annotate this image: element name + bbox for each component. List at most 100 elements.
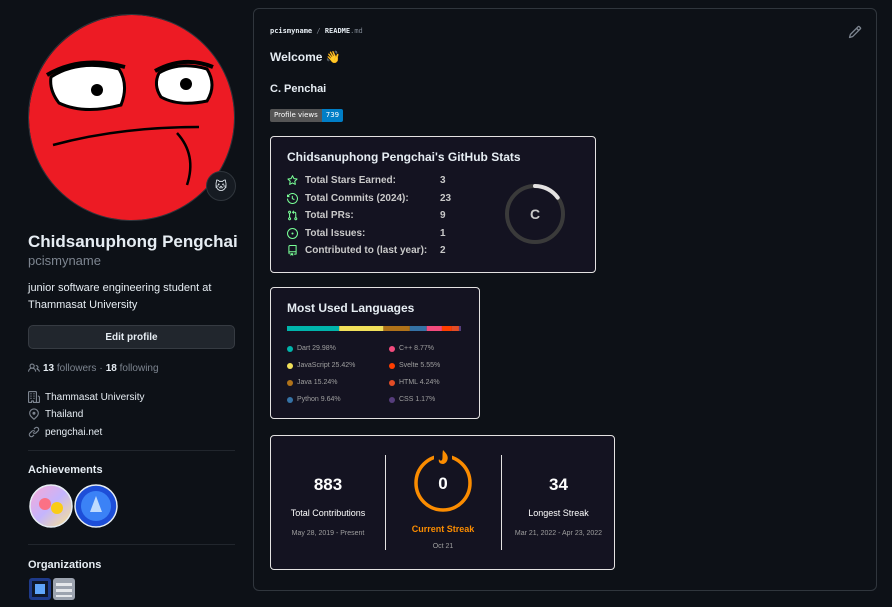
stat-label: Total Issues: <box>305 228 366 239</box>
language-item: Python 9.64% <box>287 396 341 403</box>
stat-row: Contributed to (last year): <box>287 245 427 256</box>
stat-label: Total PRs: <box>305 210 354 221</box>
edit-pencil-icon[interactable] <box>848 25 862 39</box>
language-bar-segment <box>458 326 461 331</box>
language-item: Svelte 5.55% <box>389 362 440 369</box>
edit-profile-button[interactable]: Edit profile <box>28 325 235 349</box>
longest-streak-label: Longest Streak <box>528 508 589 518</box>
following-link[interactable]: 18 following <box>106 363 159 374</box>
status-emoji: 🐱 <box>214 179 228 193</box>
sidebar-divider <box>28 544 235 545</box>
languages-card-title: Most Used Languages <box>287 301 415 315</box>
people-icon <box>28 363 40 372</box>
breadcrumb-file: README <box>324 27 351 35</box>
profile-organization: Thammasat University <box>28 391 144 403</box>
language-bar-segment <box>426 326 442 331</box>
language-bar-segment <box>441 326 452 331</box>
language-label: C++ 8.77% <box>399 345 435 352</box>
pull-request-icon <box>288 210 298 221</box>
profile-views-badge: Profile views 739 <box>270 109 344 122</box>
language-color-dot <box>389 379 395 386</box>
language-bar-segment <box>409 326 427 331</box>
followers-link[interactable]: 13 followers <box>43 363 96 374</box>
current-streak-label: Current Streak <box>411 524 475 534</box>
stat-value: 1 <box>440 228 446 239</box>
views-badge-label: Profile views <box>270 109 322 122</box>
following-count: 18 <box>105 362 117 374</box>
website-link[interactable]: pengchai.net <box>45 427 102 438</box>
current-streak-value: 0 <box>438 474 448 493</box>
profile-website[interactable]: pengchai.net <box>28 426 102 438</box>
longest-streak-value: 34 <box>549 475 568 494</box>
streak-card: 883 Total Contributions May 28, 2019 - P… <box>270 435 615 570</box>
yolo-badge-image <box>29 484 73 528</box>
profile-username: pcismyname <box>28 253 101 268</box>
stat-label: Contributed to (last year): <box>305 245 428 256</box>
organizations-title: Organizations <box>28 559 102 571</box>
achievement-badge-yolo[interactable] <box>29 484 73 528</box>
language-color-dot <box>287 345 293 352</box>
pull-shark-badge-image <box>74 484 118 528</box>
stats-card-title: Chidsanuphong Pengchai's GitHub Stats <box>287 150 521 164</box>
org-logo-image <box>29 578 51 600</box>
following-label: following <box>119 362 159 374</box>
readme-breadcrumb: pcismyname / README.md <box>270 27 363 35</box>
achievement-badge-pull-shark[interactable] <box>74 484 118 528</box>
stat-row: Total Commits (2024): <box>287 193 409 204</box>
language-label: Python 9.64% <box>297 396 341 403</box>
language-item: C++ 8.77% <box>389 345 434 352</box>
language-bar-segment <box>383 326 410 331</box>
language-label: JavaScript 25.42% <box>297 362 356 369</box>
language-color-dot <box>287 379 293 386</box>
language-label: Svelte 5.55% <box>399 362 441 369</box>
breadcrumb-ext: .md <box>350 27 363 35</box>
language-item: CSS 1.17% <box>389 396 435 403</box>
profile-location: Thailand <box>28 408 83 420</box>
language-bar-segment <box>451 326 459 331</box>
rank-circle: C <box>505 184 565 244</box>
language-item: JavaScript 25.42% <box>287 362 355 369</box>
stat-label: Total Stars Earned: <box>305 175 396 186</box>
separator-dot: · <box>99 362 103 374</box>
language-color-dot <box>287 362 293 369</box>
clock-icon <box>287 193 298 204</box>
location-icon <box>29 408 39 420</box>
longest-streak-date: Mar 21, 2022 - Apr 23, 2022 <box>514 530 603 537</box>
star-icon <box>287 175 298 185</box>
language-color-dot <box>389 345 395 352</box>
streak-divider <box>385 455 386 550</box>
rank-letter: C <box>530 206 540 222</box>
issue-icon <box>287 228 298 239</box>
language-bar-segment <box>339 326 384 331</box>
sidebar-divider <box>28 450 235 451</box>
current-streak-date: Oct 21 <box>432 543 454 550</box>
link-icon <box>28 426 40 438</box>
language-item: Dart 29.98% <box>287 345 336 352</box>
languages-card: Most Used Languages Dart 29.98% JavaScrip… <box>270 287 480 419</box>
stat-value: 9 <box>440 210 446 221</box>
profile-full-name: Chidsanuphong Pengchai <box>28 232 238 251</box>
profile-avatar[interactable] <box>28 14 235 221</box>
language-color-dot <box>389 362 395 369</box>
organization-icon <box>28 391 40 403</box>
organization-avatar[interactable] <box>29 578 51 600</box>
language-color-dot <box>389 396 395 403</box>
followers-label: followers <box>56 362 97 374</box>
language-item: Java 15.24% <box>287 379 337 386</box>
breadcrumb-user[interactable]: pcismyname <box>270 27 312 35</box>
status-emoji-badge[interactable]: 🐱 <box>206 171 236 201</box>
views-badge-count: 739 <box>321 109 344 122</box>
language-color-dot <box>287 396 293 403</box>
followers-count: 13 <box>43 362 55 374</box>
total-contributions-label: Total Contributions <box>290 508 366 518</box>
readme-panel: pcismyname / README.md Welcome 👋 C. Penc… <box>253 8 877 591</box>
stat-row: Total Issues: <box>287 228 365 239</box>
follow-stats: 13 followers · 18 following <box>28 362 159 374</box>
language-label: Java 15.24% <box>297 379 338 386</box>
readme-name-heading: C. Penchai <box>270 83 327 95</box>
location-label: Thailand <box>45 408 84 420</box>
language-bar-segment <box>287 326 340 331</box>
total-contributions-date: May 28, 2019 - Present <box>291 530 365 537</box>
organization-avatar[interactable] <box>53 578 75 600</box>
avatar-face-image <box>29 15 234 220</box>
